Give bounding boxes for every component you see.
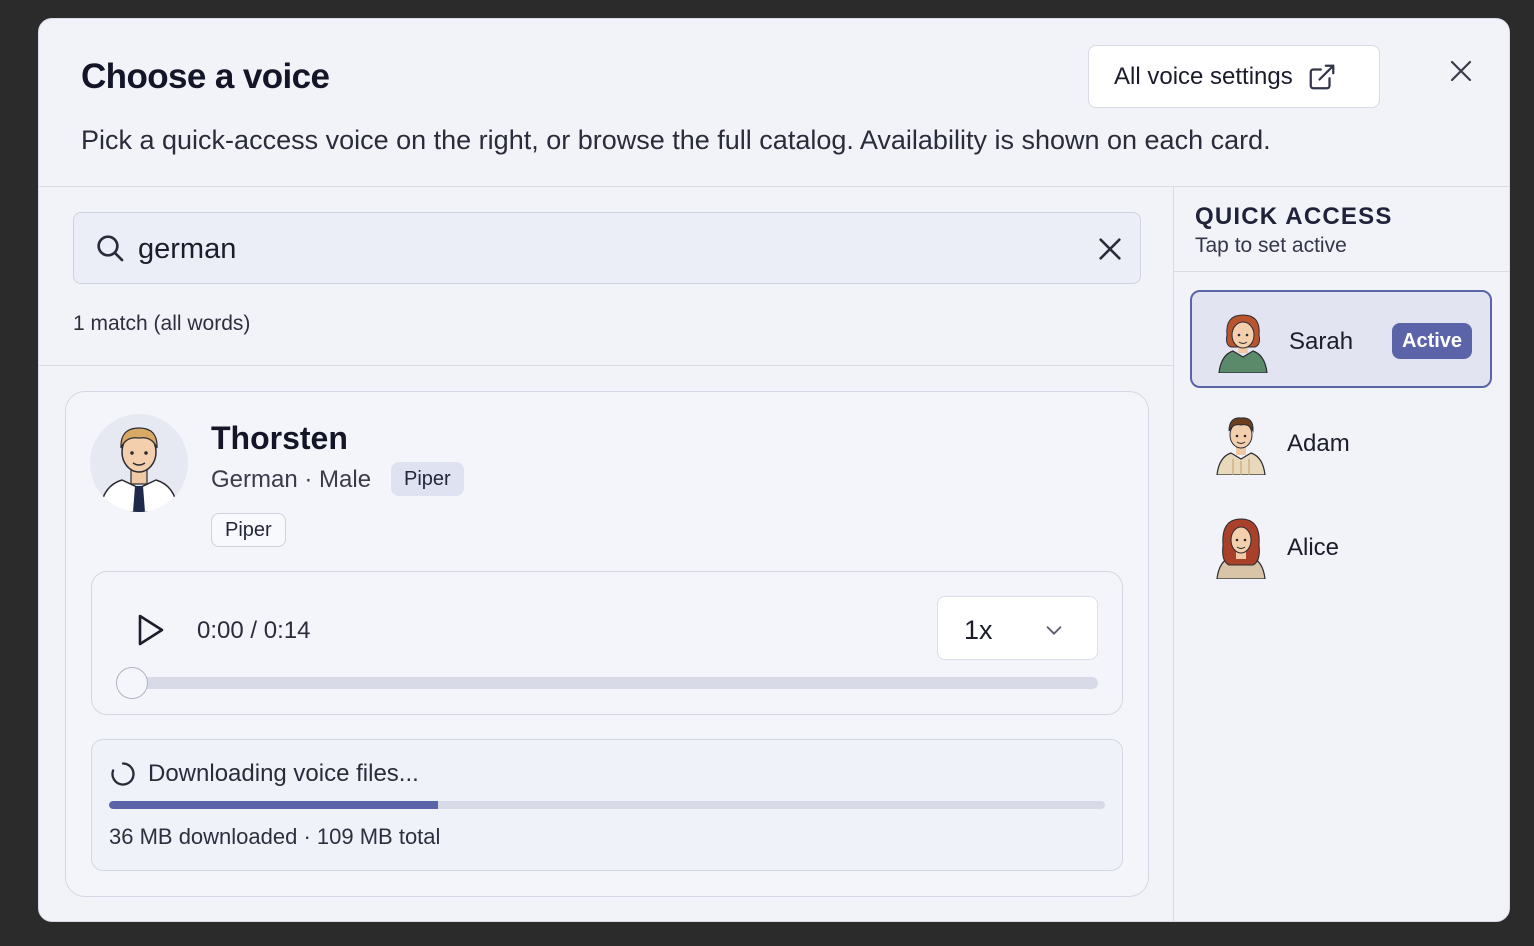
woman-avatar-icon: [1216, 518, 1266, 579]
search-icon: [97, 235, 124, 262]
playback-speed-select[interactable]: 1x: [937, 596, 1098, 660]
quick-access-subtitle: Tap to set active: [1195, 234, 1347, 257]
quick-access-item-adam[interactable]: Adam: [1190, 394, 1492, 492]
audio-player: 0:00 / 0:14 1x: [91, 571, 1123, 715]
quick-access-panel: QUICK ACCESS Tap to set active Sarah Act…: [1173, 187, 1509, 921]
engine-tag: Piper: [391, 462, 464, 496]
quick-access-name: Adam: [1287, 430, 1350, 457]
seek-thumb[interactable]: [116, 667, 148, 699]
download-progress-bar: [109, 801, 1105, 809]
playback-time: 0:00 / 0:14: [197, 617, 311, 644]
dialog-title: Choose a voice: [81, 57, 330, 96]
search-input[interactable]: [138, 227, 1078, 271]
all-voice-settings-label: All voice settings: [1114, 62, 1293, 90]
download-info: 36 MB downloaded · 109 MB total: [109, 824, 441, 849]
man-avatar-icon: [99, 427, 179, 512]
download-status: Downloading voice files... 36 MB downloa…: [91, 739, 1123, 871]
quick-access-item-sarah[interactable]: Sarah Active: [1190, 290, 1492, 388]
clear-search-icon[interactable]: [1096, 235, 1124, 263]
voice-card[interactable]: Thorsten German · Male Piper Piper 0:00 …: [65, 391, 1149, 897]
dialog-subtitle: Pick a quick-access voice on the right, …: [81, 125, 1271, 155]
voice-avatar: [90, 414, 188, 512]
play-icon[interactable]: [134, 612, 166, 648]
voice-language-gender: German · Male: [211, 466, 372, 493]
match-count: 1 match (all words): [73, 312, 251, 335]
quick-access-title: QUICK ACCESS: [1195, 203, 1393, 230]
quick-access-item-alice[interactable]: Alice: [1190, 498, 1492, 596]
download-progress-fill: [109, 801, 438, 809]
seek-track[interactable]: [132, 677, 1098, 689]
all-voice-settings-button[interactable]: All voice settings: [1088, 45, 1380, 108]
download-label: Downloading voice files...: [148, 760, 419, 787]
woman-avatar-icon: [1218, 314, 1268, 373]
chevron-down-icon: [1046, 626, 1062, 635]
catalog-panel: 1 match (all words) Thorsten German · Ma…: [39, 187, 1173, 921]
divider: [1174, 271, 1509, 272]
external-link-icon: [1309, 64, 1335, 89]
dialog-header: Choose a voice All voice settings Pick a…: [39, 19, 1509, 187]
man-avatar-icon: [1216, 417, 1266, 475]
choose-voice-dialog: Choose a voice All voice settings Pick a…: [38, 18, 1510, 922]
engine-tag-secondary: Piper: [211, 513, 286, 547]
voice-name: Thorsten: [211, 420, 348, 456]
quick-access-name: Sarah: [1289, 328, 1354, 355]
quick-access-name: Alice: [1287, 534, 1340, 561]
close-button[interactable]: [1445, 55, 1477, 87]
playback-speed-value: 1x: [964, 615, 993, 645]
active-badge: Active: [1392, 323, 1473, 359]
loading-spinner-icon: [111, 762, 135, 786]
search-box: [73, 212, 1141, 284]
divider: [39, 365, 1173, 366]
close-icon: [1450, 60, 1472, 82]
